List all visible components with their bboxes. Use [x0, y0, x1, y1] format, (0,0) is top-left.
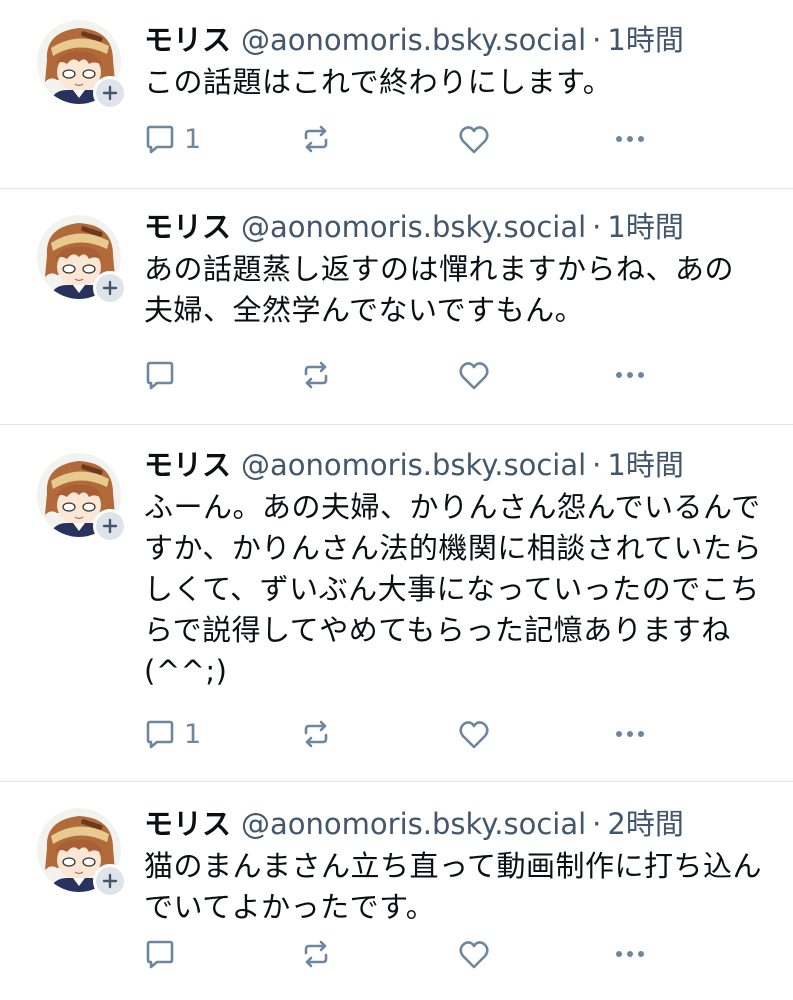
post-timestamp[interactable]: 1時間 [607, 207, 683, 247]
post-meta: モリス @aonomoris.bsky.social · 2時間 [144, 804, 763, 844]
repost-icon [304, 940, 328, 968]
plus-icon [102, 85, 118, 101]
post-text[interactable]: 猫のまんまさん立ち直って動画制作に打ち込んでいてよかったです。 [144, 846, 763, 928]
like-button[interactable] [458, 123, 490, 157]
follow-plus-button[interactable] [93, 509, 127, 543]
user-handle[interactable]: @aonomoris.bsky.social [241, 445, 586, 485]
reply-count: 1 [184, 719, 202, 750]
reply-icon [146, 940, 174, 969]
post-content: モリス @aonomoris.bsky.social · 1時間 あの話題蒸し返… [144, 207, 763, 331]
avatar[interactable] [37, 20, 127, 110]
repost-button[interactable] [300, 718, 332, 752]
post-actions: 1 [144, 123, 664, 157]
display-name[interactable]: モリス [144, 20, 231, 60]
more-options-button[interactable] [614, 359, 646, 393]
display-name[interactable]: モリス [144, 445, 231, 485]
meta-separator: · [592, 210, 602, 244]
post-text[interactable]: あの話題蒸し返すのは憚れますからね、あの夫婦、全然学んでないですもん。 [144, 249, 763, 331]
follow-plus-button[interactable] [93, 271, 127, 305]
user-handle[interactable]: @aonomoris.bsky.social [241, 207, 586, 247]
plus-icon [102, 518, 118, 534]
repost-icon [304, 361, 328, 389]
reply-icon [146, 720, 174, 749]
post-text[interactable]: ふーん。あの夫婦、かりんさん怨んでいるんですか、かりんさん法的機関に相談されてい… [144, 487, 763, 692]
display-name[interactable]: モリス [144, 804, 231, 844]
post-content: モリス @aonomoris.bsky.social · 2時間 猫のまんまさん… [144, 804, 763, 928]
more-options-button[interactable] [614, 938, 646, 972]
reply-count: 1 [184, 124, 202, 155]
avatar[interactable] [37, 808, 127, 898]
reply-button[interactable] [144, 359, 184, 393]
user-handle[interactable]: @aonomoris.bsky.social [241, 20, 586, 60]
like-button[interactable] [458, 938, 490, 972]
heart-icon [459, 362, 489, 390]
post-content: モリス @aonomoris.bsky.social · 1時間 ふーん。あの夫… [144, 445, 763, 692]
post-meta: モリス @aonomoris.bsky.social · 1時間 [144, 207, 763, 247]
repost-button[interactable] [300, 123, 332, 157]
post-timestamp[interactable]: 1時間 [607, 445, 683, 485]
reply-button[interactable]: 1 [144, 718, 201, 752]
heart-icon [459, 721, 489, 749]
post-item[interactable]: モリス @aonomoris.bsky.social · 2時間 猫のまんまさん… [0, 782, 793, 1000]
reply-button[interactable]: 1 [144, 123, 201, 157]
repost-icon [304, 720, 328, 748]
more-options-button[interactable] [614, 123, 646, 157]
post-content: モリス @aonomoris.bsky.social · 1時間 この話題はこれ… [144, 20, 763, 103]
more-options-button[interactable] [614, 718, 646, 752]
post-meta: モリス @aonomoris.bsky.social · 1時間 [144, 20, 763, 60]
reply-icon [146, 361, 174, 390]
more-dots-icon [616, 372, 644, 378]
follow-plus-button[interactable] [93, 864, 127, 898]
post-item[interactable]: モリス @aonomoris.bsky.social · 1時間 ふーん。あの夫… [0, 425, 793, 782]
like-button[interactable] [458, 718, 490, 752]
follow-plus-button[interactable] [93, 76, 127, 110]
post-timestamp[interactable]: 1時間 [607, 20, 683, 60]
avatar[interactable] [37, 215, 127, 305]
post-actions: 1 [144, 718, 664, 752]
reply-button[interactable] [144, 938, 184, 972]
meta-separator: · [592, 23, 602, 57]
post-text[interactable]: この話題はこれで終わりにします。 [144, 62, 763, 103]
post-meta: モリス @aonomoris.bsky.social · 1時間 [144, 445, 763, 485]
plus-icon [102, 873, 118, 889]
post-item[interactable]: モリス @aonomoris.bsky.social · 1時間 あの話題蒸し返… [0, 189, 793, 425]
repost-button[interactable] [300, 359, 332, 393]
reply-icon [146, 125, 174, 154]
heart-icon [459, 941, 489, 969]
meta-separator: · [592, 807, 602, 841]
post-actions [144, 938, 664, 972]
user-handle[interactable]: @aonomoris.bsky.social [241, 804, 586, 844]
more-dots-icon [616, 951, 644, 957]
more-dots-icon [616, 731, 644, 737]
avatar[interactable] [37, 453, 127, 543]
post-actions [144, 359, 664, 393]
post-timestamp[interactable]: 2時間 [607, 804, 683, 844]
repost-button[interactable] [300, 938, 332, 972]
display-name[interactable]: モリス [144, 207, 231, 247]
post-feed: モリス @aonomoris.bsky.social · 1時間 この話題はこれ… [0, 0, 793, 1000]
more-dots-icon [616, 136, 644, 142]
plus-icon [102, 280, 118, 296]
like-button[interactable] [458, 359, 490, 393]
repost-icon [304, 125, 328, 153]
heart-icon [459, 126, 489, 154]
meta-separator: · [592, 448, 602, 482]
post-item[interactable]: モリス @aonomoris.bsky.social · 1時間 この話題はこれ… [0, 0, 793, 189]
